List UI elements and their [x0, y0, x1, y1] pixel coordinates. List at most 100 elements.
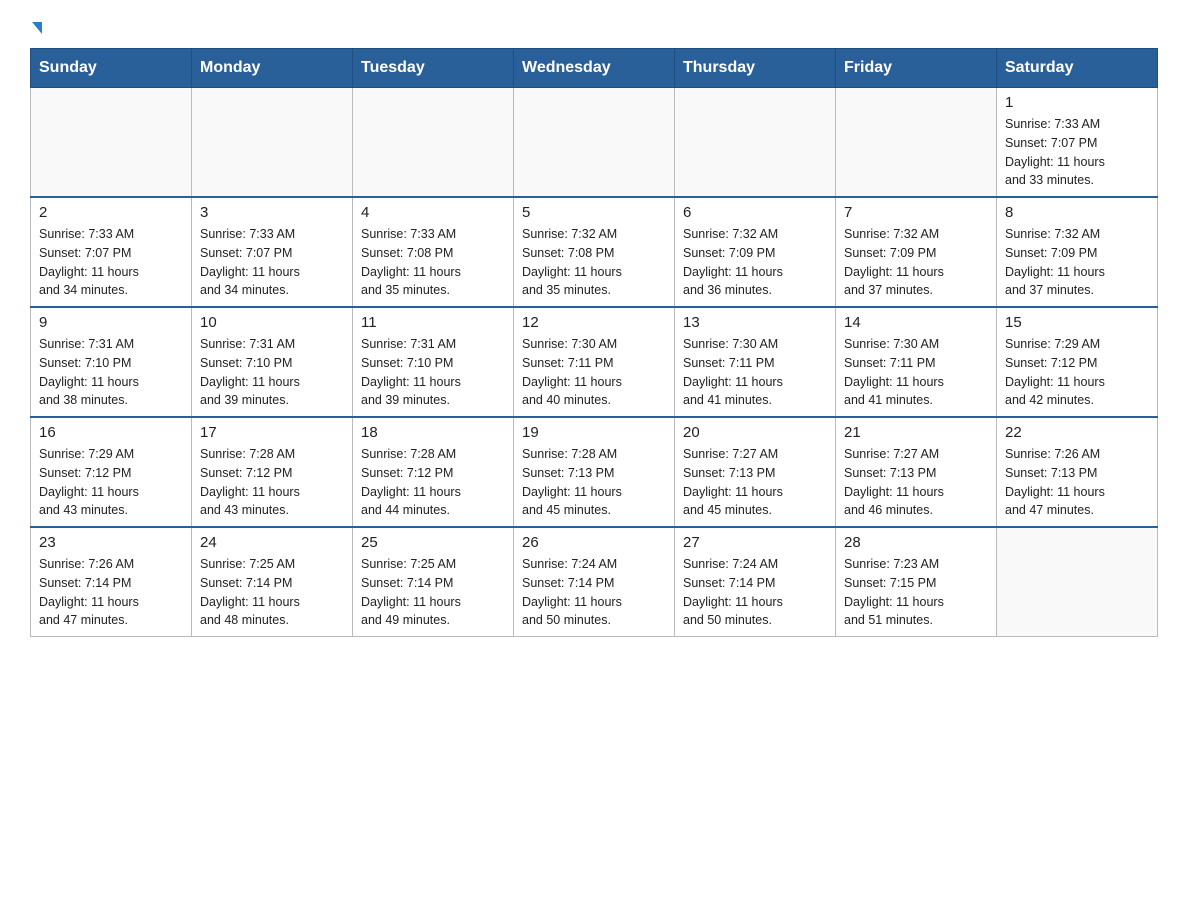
- day-number: 9: [39, 314, 183, 331]
- calendar-week-row: 16 Sunrise: 7:29 AMSunset: 7:12 PMDayligh…: [31, 417, 1158, 527]
- day-number: 23: [39, 534, 183, 551]
- calendar-cell: [836, 88, 997, 198]
- day-info: Sunrise: 7:33 AMSunset: 7:08 PMDaylight:…: [361, 225, 505, 300]
- day-info: Sunrise: 7:28 AMSunset: 7:12 PMDaylight:…: [361, 445, 505, 520]
- day-info: Sunrise: 7:32 AMSunset: 7:09 PMDaylight:…: [844, 225, 988, 300]
- weekday-header-monday: Monday: [192, 49, 353, 88]
- calendar-cell: [192, 88, 353, 198]
- day-info: Sunrise: 7:29 AMSunset: 7:12 PMDaylight:…: [39, 445, 183, 520]
- calendar-cell: 26 Sunrise: 7:24 AMSunset: 7:14 PMDayligh…: [514, 527, 675, 637]
- day-info: Sunrise: 7:23 AMSunset: 7:15 PMDaylight:…: [844, 555, 988, 630]
- calendar-week-row: 23Sunrise: 7:26 AMSunset: 7:14 PMDayligh…: [31, 527, 1158, 637]
- calendar-cell: 16 Sunrise: 7:29 AMSunset: 7:12 PMDayligh…: [31, 417, 192, 527]
- day-number: 15: [1005, 314, 1149, 331]
- calendar-table: SundayMondayTuesdayWednesdayThursdayFrid…: [30, 48, 1158, 637]
- weekday-header-sunday: Sunday: [31, 49, 192, 88]
- calendar-cell: [31, 88, 192, 198]
- calendar-cell: 8 Sunrise: 7:32 AMSunset: 7:09 PMDaylight…: [997, 197, 1158, 307]
- calendar-cell: 11 Sunrise: 7:31 AMSunset: 7:10 PMDayligh…: [353, 307, 514, 417]
- day-info: Sunrise: 7:33 AMSunset: 7:07 PMDaylight:…: [1005, 115, 1149, 190]
- day-number: 20: [683, 424, 827, 441]
- calendar-cell: 6 Sunrise: 7:32 AMSunset: 7:09 PMDaylight…: [675, 197, 836, 307]
- day-number: 8: [1005, 204, 1149, 221]
- calendar-cell: [997, 527, 1158, 637]
- day-info: Sunrise: 7:31 AMSunset: 7:10 PMDaylight:…: [200, 335, 344, 410]
- calendar-cell: [353, 88, 514, 198]
- calendar-cell: 13Sunrise: 7:30 AMSunset: 7:11 PMDayligh…: [675, 307, 836, 417]
- calendar-cell: 23Sunrise: 7:26 AMSunset: 7:14 PMDayligh…: [31, 527, 192, 637]
- calendar-cell: 21 Sunrise: 7:27 AMSunset: 7:13 PMDayligh…: [836, 417, 997, 527]
- day-number: 19: [522, 424, 666, 441]
- weekday-header-wednesday: Wednesday: [514, 49, 675, 88]
- calendar-week-row: 9 Sunrise: 7:31 AMSunset: 7:10 PMDaylight…: [31, 307, 1158, 417]
- logo-triangle-icon: [32, 22, 42, 34]
- day-info: Sunrise: 7:32 AMSunset: 7:09 PMDaylight:…: [1005, 225, 1149, 300]
- day-info: Sunrise: 7:30 AMSunset: 7:11 PMDaylight:…: [522, 335, 666, 410]
- calendar-cell: 4 Sunrise: 7:33 AMSunset: 7:08 PMDaylight…: [353, 197, 514, 307]
- logo: [30, 20, 42, 32]
- day-number: 14: [844, 314, 988, 331]
- weekday-header-friday: Friday: [836, 49, 997, 88]
- calendar-cell: 2Sunrise: 7:33 AMSunset: 7:07 PMDaylight…: [31, 197, 192, 307]
- day-number: 11: [361, 314, 505, 331]
- calendar-header-row: SundayMondayTuesdayWednesdayThursdayFrid…: [31, 49, 1158, 88]
- day-number: 6: [683, 204, 827, 221]
- day-number: 4: [361, 204, 505, 221]
- day-info: Sunrise: 7:30 AMSunset: 7:11 PMDaylight:…: [844, 335, 988, 410]
- day-info: Sunrise: 7:27 AMSunset: 7:13 PMDaylight:…: [683, 445, 827, 520]
- calendar-cell: 27 Sunrise: 7:24 AMSunset: 7:14 PMDayligh…: [675, 527, 836, 637]
- day-info: Sunrise: 7:28 AMSunset: 7:13 PMDaylight:…: [522, 445, 666, 520]
- day-number: 7: [844, 204, 988, 221]
- calendar-cell: 28 Sunrise: 7:23 AMSunset: 7:15 PMDayligh…: [836, 527, 997, 637]
- calendar-cell: 15 Sunrise: 7:29 AMSunset: 7:12 PMDayligh…: [997, 307, 1158, 417]
- day-info: Sunrise: 7:24 AMSunset: 7:14 PMDaylight:…: [683, 555, 827, 630]
- calendar-cell: 22 Sunrise: 7:26 AMSunset: 7:13 PMDayligh…: [997, 417, 1158, 527]
- day-info: Sunrise: 7:31 AMSunset: 7:10 PMDaylight:…: [39, 335, 183, 410]
- day-number: 22: [1005, 424, 1149, 441]
- weekday-header-thursday: Thursday: [675, 49, 836, 88]
- day-info: Sunrise: 7:33 AMSunset: 7:07 PMDaylight:…: [200, 225, 344, 300]
- day-info: Sunrise: 7:31 AMSunset: 7:10 PMDaylight:…: [361, 335, 505, 410]
- day-number: 16: [39, 424, 183, 441]
- calendar-cell: 7 Sunrise: 7:32 AMSunset: 7:09 PMDaylight…: [836, 197, 997, 307]
- calendar-cell: 9 Sunrise: 7:31 AMSunset: 7:10 PMDaylight…: [31, 307, 192, 417]
- calendar-cell: 17Sunrise: 7:28 AMSunset: 7:12 PMDayligh…: [192, 417, 353, 527]
- calendar-cell: 1 Sunrise: 7:33 AMSunset: 7:07 PMDaylight…: [997, 88, 1158, 198]
- day-number: 21: [844, 424, 988, 441]
- page-header: [30, 20, 1158, 32]
- day-info: Sunrise: 7:32 AMSunset: 7:08 PMDaylight:…: [522, 225, 666, 300]
- day-number: 17: [200, 424, 344, 441]
- day-number: 25: [361, 534, 505, 551]
- day-number: 10: [200, 314, 344, 331]
- day-info: Sunrise: 7:27 AMSunset: 7:13 PMDaylight:…: [844, 445, 988, 520]
- calendar-cell: 25 Sunrise: 7:25 AMSunset: 7:14 PMDayligh…: [353, 527, 514, 637]
- day-info: Sunrise: 7:25 AMSunset: 7:14 PMDaylight:…: [200, 555, 344, 630]
- day-number: 3: [200, 204, 344, 221]
- calendar-cell: [514, 88, 675, 198]
- day-info: Sunrise: 7:32 AMSunset: 7:09 PMDaylight:…: [683, 225, 827, 300]
- day-info: Sunrise: 7:25 AMSunset: 7:14 PMDaylight:…: [361, 555, 505, 630]
- day-info: Sunrise: 7:26 AMSunset: 7:13 PMDaylight:…: [1005, 445, 1149, 520]
- day-number: 27: [683, 534, 827, 551]
- calendar-week-row: 2 Sunrise: 7:33 AMSunset: 7:07 PMDaylight…: [31, 197, 1158, 307]
- day-info: Sunrise: 7:24 AMSunset: 7:14 PMDaylight:…: [522, 555, 666, 630]
- day-number: 5: [522, 204, 666, 221]
- day-number: 28: [844, 534, 988, 551]
- calendar-cell: 19 Sunrise: 7:28 AMSunset: 7:13 PMDayligh…: [514, 417, 675, 527]
- calendar-cell: 18Sunrise: 7:28 AMSunset: 7:12 PMDayligh…: [353, 417, 514, 527]
- weekday-header-tuesday: Tuesday: [353, 49, 514, 88]
- calendar-cell: 10 Sunrise: 7:31 AMSunset: 7:10 PMDayligh…: [192, 307, 353, 417]
- calendar-cell: 14 Sunrise: 7:30 AMSunset: 7:11 PMDayligh…: [836, 307, 997, 417]
- calendar-cell: 3 Sunrise: 7:33 AMSunset: 7:07 PMDaylight…: [192, 197, 353, 307]
- day-number: 2: [39, 204, 183, 221]
- day-info: Sunrise: 7:29 AMSunset: 7:12 PMDaylight:…: [1005, 335, 1149, 410]
- day-number: 1: [1005, 94, 1149, 111]
- day-number: 24: [200, 534, 344, 551]
- weekday-header-saturday: Saturday: [997, 49, 1158, 88]
- day-number: 26: [522, 534, 666, 551]
- calendar-cell: [675, 88, 836, 198]
- calendar-week-row: 1 Sunrise: 7:33 AMSunset: 7:07 PMDaylight…: [31, 88, 1158, 198]
- calendar-cell: 20 Sunrise: 7:27 AMSunset: 7:13 PMDayligh…: [675, 417, 836, 527]
- calendar-cell: 12Sunrise: 7:30 AMSunset: 7:11 PMDayligh…: [514, 307, 675, 417]
- day-number: 13: [683, 314, 827, 331]
